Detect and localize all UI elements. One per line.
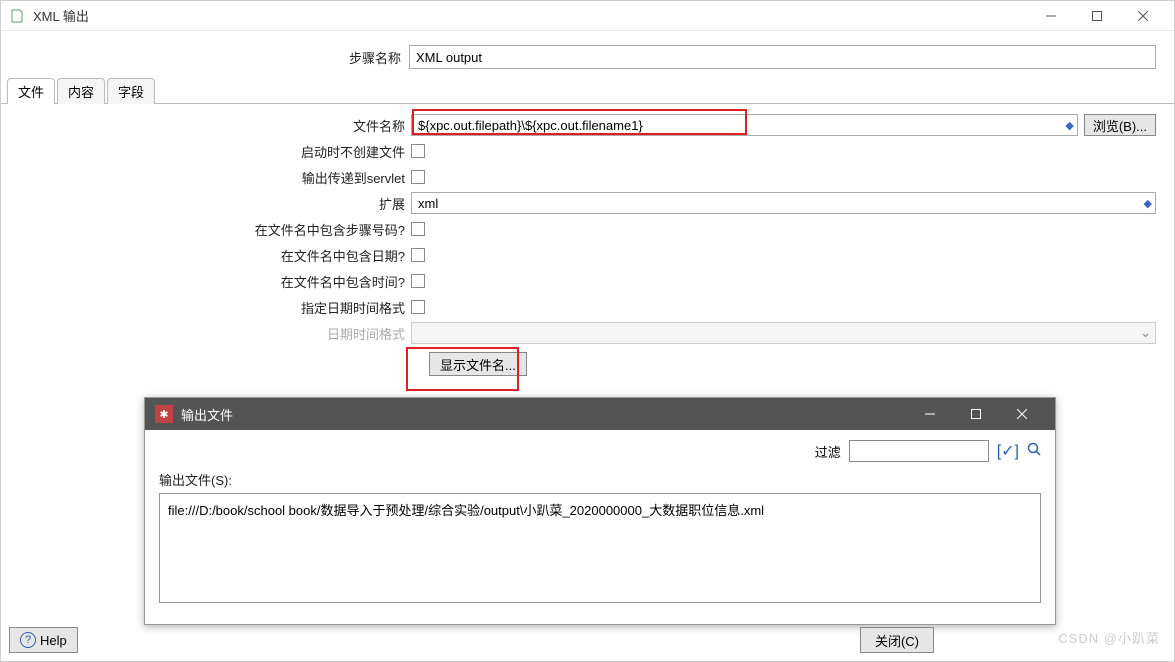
form-area: 文件名称 ◆ 浏览(B)... 启动时不创建文件 输出传递到servlet 扩展… [1, 104, 1174, 386]
filter-input[interactable] [849, 440, 989, 462]
filter-label: 过滤 [815, 442, 841, 461]
xml-icon [9, 8, 25, 24]
no-create-label: 启动时不创建文件 [19, 142, 411, 161]
maximize-button[interactable] [1074, 1, 1120, 31]
show-filename-button[interactable]: 显示文件名... [429, 352, 527, 376]
dialog-body: 过滤 [✓] 输出文件(S): file:///D:/book/school b… [145, 430, 1055, 616]
watermark: CSDN @小趴菜 [1058, 628, 1160, 647]
step-name-input[interactable] [409, 45, 1156, 69]
output-file-label: 输出文件(S): [159, 470, 1041, 489]
dialog-minimize-button[interactable] [907, 398, 953, 430]
include-step-label: 在文件名中包含步骤号码? [19, 220, 411, 239]
step-name-label: 步骤名称 [19, 48, 409, 67]
dialog-close-text-button[interactable]: 关闭(C) [860, 627, 934, 653]
tab-file[interactable]: 文件 [7, 78, 55, 104]
tab-content[interactable]: 内容 [57, 78, 105, 104]
filename-input[interactable] [411, 114, 1078, 136]
browse-button[interactable]: 浏览(B)... [1084, 114, 1156, 136]
include-time-checkbox[interactable] [411, 274, 425, 288]
date-format-label: 日期时间格式 [19, 324, 411, 343]
window-title: XML 输出 [33, 6, 1028, 25]
include-time-label: 在文件名中包含时间? [19, 272, 411, 291]
search-icon[interactable] [1027, 442, 1041, 461]
window-controls [1028, 1, 1166, 31]
dialog-title: 输出文件 [181, 405, 907, 424]
include-step-checkbox[interactable] [411, 222, 425, 236]
step-name-row: 步骤名称 [19, 45, 1156, 69]
servlet-checkbox[interactable] [411, 170, 425, 184]
help-button[interactable]: ? Help [9, 627, 78, 653]
extension-input[interactable] [411, 192, 1156, 214]
titlebar: XML 输出 [1, 1, 1174, 31]
tab-fields[interactable]: 字段 [107, 78, 155, 104]
close-button[interactable] [1120, 1, 1166, 31]
include-date-checkbox[interactable] [411, 248, 425, 262]
output-file-dialog: ✱ 输出文件 过滤 [✓] 输出文件(S): file:///D:/book/s… [144, 397, 1056, 625]
tabs: 文件 内容 字段 [1, 77, 1174, 104]
dialog-icon: ✱ [155, 405, 173, 423]
minimize-button[interactable] [1028, 1, 1074, 31]
bottom-bar: ? Help 关闭(C) [9, 627, 1166, 653]
filter-toggle-icon[interactable]: [✓] [997, 441, 1019, 461]
dialog-close-button[interactable] [999, 398, 1045, 430]
dialog-maximize-button[interactable] [953, 398, 999, 430]
include-date-label: 在文件名中包含日期? [19, 246, 411, 265]
help-icon: ? [20, 632, 36, 648]
specify-format-checkbox[interactable] [411, 300, 425, 314]
main-window: XML 输出 步骤名称 文件 内容 字段 文件名称 ◆ 浏览(B)... 启动时… [0, 0, 1175, 662]
filter-row: 过滤 [✓] [159, 440, 1041, 462]
output-file-textarea[interactable]: file:///D:/book/school book/数据导入于预处理/综合实… [159, 493, 1041, 603]
extension-label: 扩展 [19, 194, 411, 213]
dialog-titlebar: ✱ 输出文件 [145, 398, 1055, 430]
help-label: Help [40, 633, 67, 648]
specify-format-label: 指定日期时间格式 [19, 298, 411, 317]
no-create-checkbox[interactable] [411, 144, 425, 158]
date-format-dropdown[interactable]: ⌄ [411, 322, 1156, 344]
servlet-label: 输出传递到servlet [19, 168, 411, 187]
filename-label: 文件名称 [19, 116, 411, 135]
